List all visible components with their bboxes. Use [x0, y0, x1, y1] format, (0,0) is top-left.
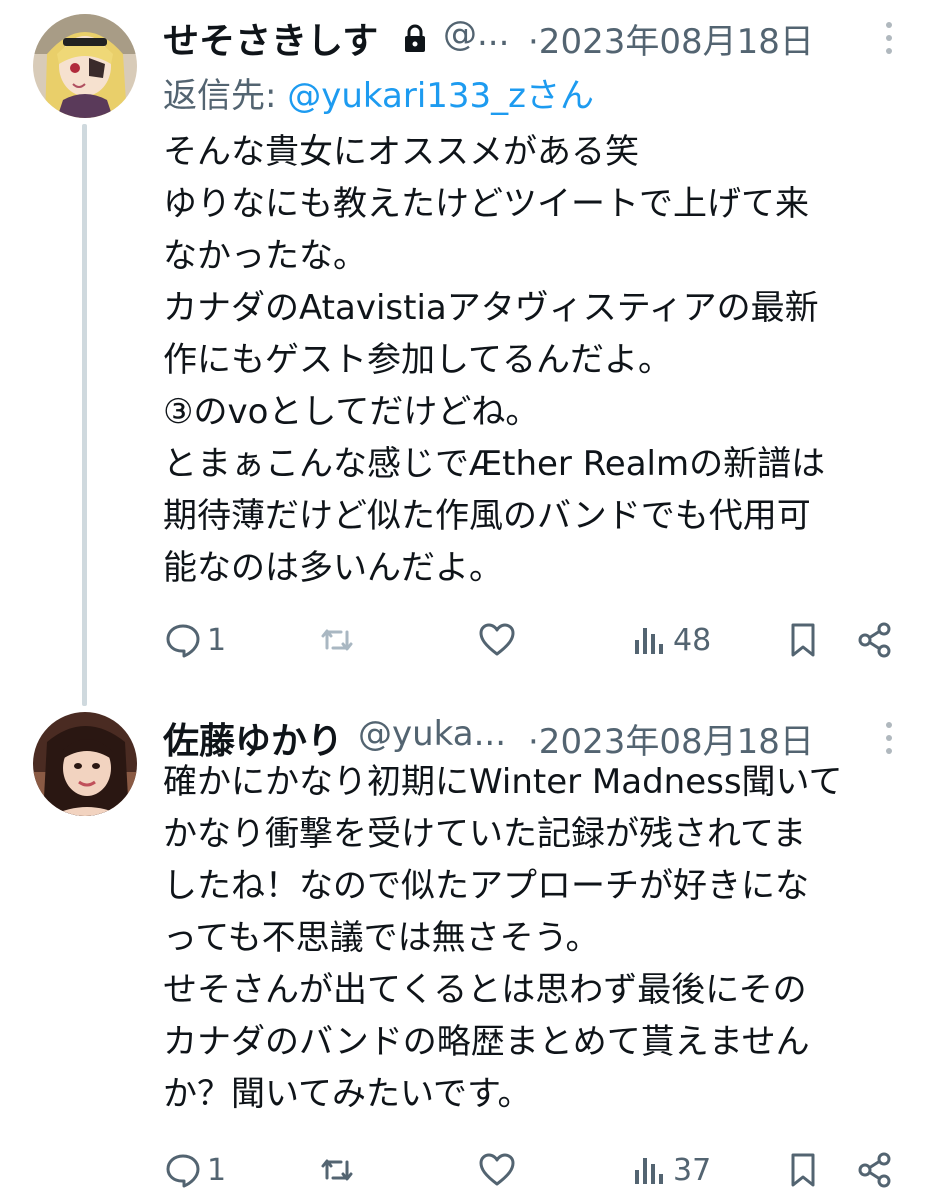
lock-icon: [405, 24, 425, 52]
bookmark-icon: [791, 623, 815, 657]
view-count: 48: [673, 622, 712, 658]
avatar[interactable]: [33, 14, 137, 118]
heart-icon: [479, 1153, 515, 1186]
bookmark-icon: [791, 1153, 815, 1187]
like-button[interactable]: [477, 1140, 517, 1200]
share-button[interactable]: [855, 1140, 895, 1200]
thread-connector-line: [82, 124, 87, 706]
more-vertical-icon[interactable]: [883, 18, 895, 58]
retweet-button[interactable]: [317, 1140, 357, 1200]
retweet-icon: [321, 629, 353, 651]
reply-prefix: 返信先:: [163, 76, 288, 116]
reply-count: 1: [207, 1152, 227, 1188]
views-button[interactable]: 48: [629, 610, 711, 670]
timestamp[interactable]: ·2023年08月18日: [528, 14, 814, 63]
bar-chart-icon: [635, 628, 663, 654]
speech-bubble-icon: [166, 624, 200, 658]
avatar[interactable]: [33, 712, 137, 816]
tweet-body: そんな貴女にオススメがある笑 ゆりなにも教えたけどツイートで上げて来 なかったな…: [163, 132, 826, 588]
retweet-button[interactable]: [317, 610, 357, 670]
share-icon: [858, 622, 891, 658]
bookmark-button[interactable]: [783, 1140, 823, 1200]
handle[interactable]: @yuka...: [358, 714, 506, 754]
avatar-image: [33, 14, 137, 118]
reply-to: 返信先: @yukari133_zさん: [163, 68, 594, 117]
bar-chart-icon: [635, 1158, 663, 1184]
tweet-body: 確かにかなり初期にWinter Madness聞いて かなり衝撃を受けていた記録…: [163, 762, 843, 1114]
tweet-actions: 1 37: [163, 1140, 923, 1200]
handle[interactable]: @...: [443, 14, 509, 54]
speech-bubble-icon: [166, 1154, 200, 1188]
view-count: 37: [673, 1152, 712, 1188]
tweet-header: 佐藤ゆかり @yuka... ·2023年08月18日: [163, 706, 923, 762]
reply-button[interactable]: 1: [163, 610, 226, 670]
display-name[interactable]: せそさきしす: [163, 12, 378, 64]
reply-button[interactable]: 1: [163, 1140, 226, 1200]
tweet[interactable]: せそさきしす @... ·2023年08月18日 返信先: @yukari133…: [0, 0, 943, 706]
avatar-image: [33, 712, 137, 816]
tweet[interactable]: 佐藤ゆかり @yuka... ·2023年08月18日 確かにかなり初期にWin…: [0, 700, 943, 1200]
reply-count: 1: [207, 622, 227, 658]
heart-icon: [479, 623, 515, 656]
tweet-header: せそさきしす @... ·2023年08月18日: [163, 6, 923, 62]
more-vertical-icon[interactable]: [883, 718, 895, 758]
bookmark-button[interactable]: [783, 610, 823, 670]
like-button[interactable]: [477, 610, 517, 670]
share-button[interactable]: [855, 610, 895, 670]
reply-mention-link[interactable]: @yukari133_zさん: [287, 76, 594, 116]
views-button[interactable]: 37: [629, 1140, 711, 1200]
share-icon: [858, 1152, 891, 1188]
retweet-icon: [321, 1159, 353, 1181]
tweet-actions: 1 48: [163, 610, 923, 670]
